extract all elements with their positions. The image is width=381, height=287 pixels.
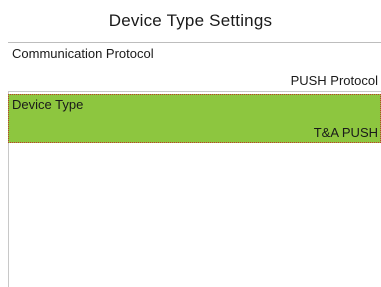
page-title: Device Type Settings (108, 11, 273, 30)
menu-item-value: T&A PUSH (313, 125, 378, 140)
menu-item-communication-protocol[interactable]: Communication Protocol PUSH Protocol (8, 43, 381, 91)
title-bar: Device Type Settings (0, 0, 381, 42)
menu-item-label: Communication Protocol (12, 46, 154, 61)
menu-divider (8, 91, 381, 92)
menu-item-device-type[interactable]: Device Type T&A PUSH (8, 94, 381, 143)
device-type-settings-screen: Device Type Settings Communication Proto… (0, 0, 381, 287)
menu-item-label: Device Type (12, 97, 84, 112)
menu-item-value: PUSH Protocol (290, 73, 378, 88)
